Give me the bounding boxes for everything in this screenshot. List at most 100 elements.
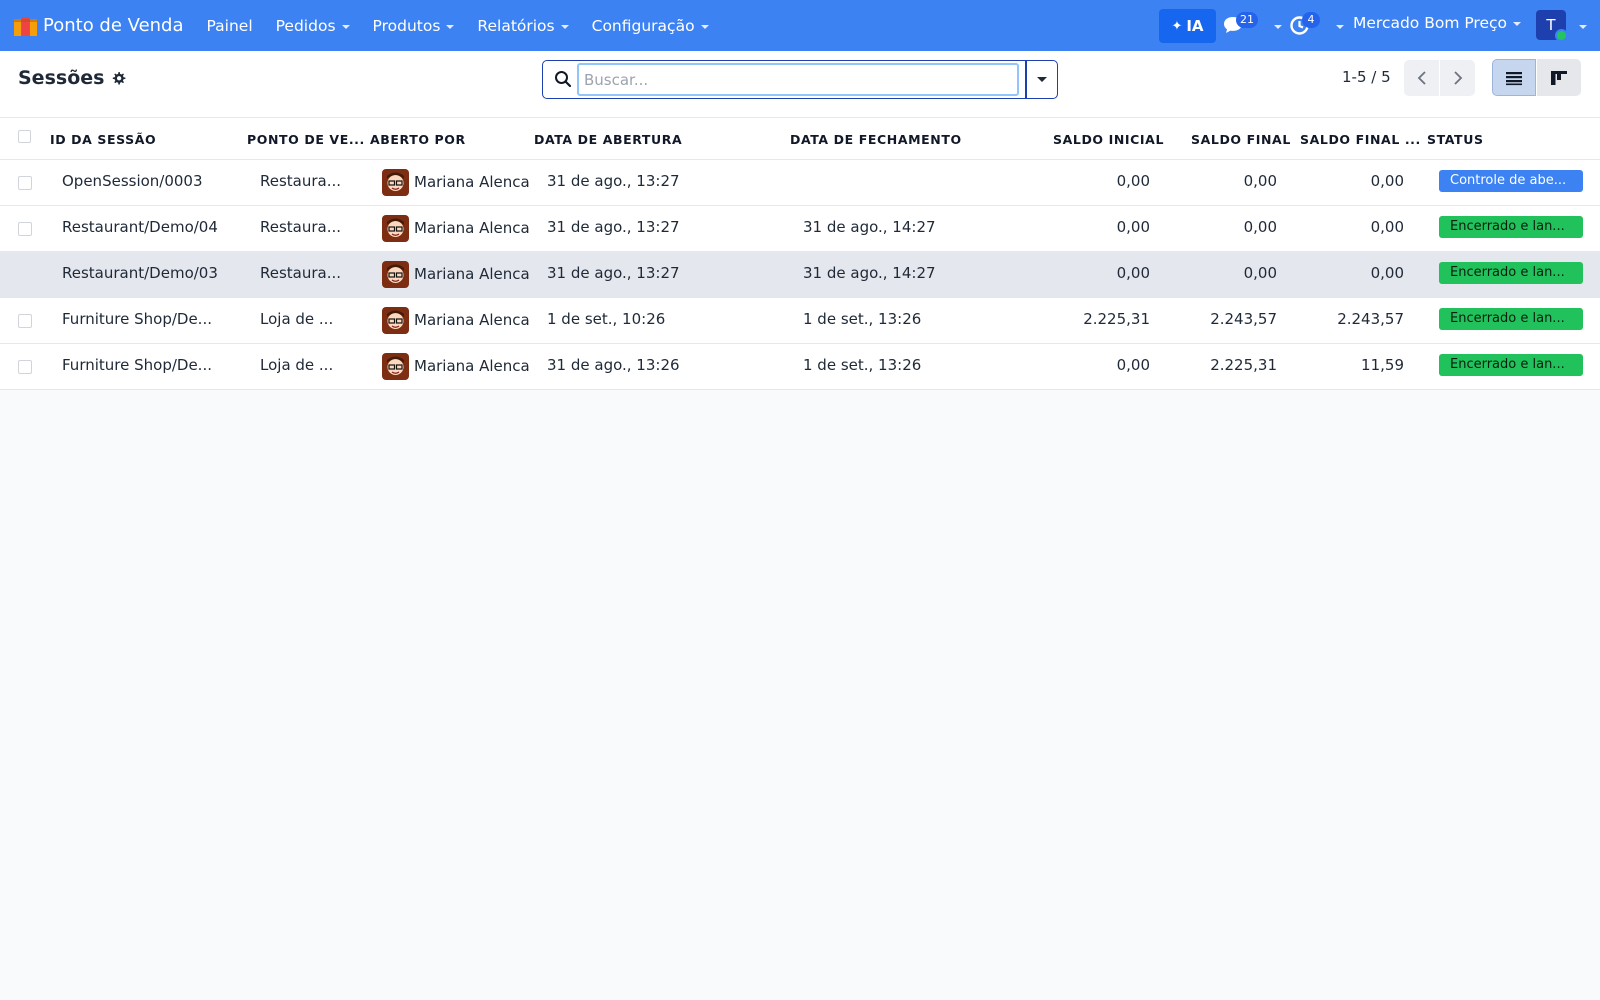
search-options-toggle[interactable] [1026, 60, 1058, 99]
cell-opening-date: 31 de ago., 13:27 [547, 264, 680, 282]
kanban-view-icon [1551, 70, 1567, 85]
menu-relatorios[interactable]: Relatórios [477, 16, 569, 35]
user-initial: T [1546, 16, 1556, 34]
user-avatar-icon [382, 215, 409, 242]
column-header-opened-by[interactable]: ABERTO POR [370, 132, 466, 147]
cell-opening-date: 31 de ago., 13:26 [547, 356, 680, 374]
menu-label: Painel [206, 16, 253, 35]
column-header-status[interactable]: STATUS [1427, 132, 1484, 147]
cell-starting-balance: 0,00 [1116, 172, 1150, 190]
menu-pedidos[interactable]: Pedidos [276, 17, 350, 35]
gear-icon[interactable] [111, 71, 126, 86]
cell-session-id: OpenSession/0003 [62, 172, 203, 190]
cell-ending-balance: 2.225,31 [1210, 356, 1277, 374]
cell-ending-balance: 0,00 [1243, 264, 1277, 282]
pager-previous-button[interactable] [1404, 60, 1439, 96]
column-header-ending-balance[interactable]: SALDO FINAL [1191, 132, 1291, 147]
cell-opening-date: 1 de set., 10:26 [547, 310, 666, 328]
cell-ending-balance-real: 0,00 [1370, 172, 1404, 190]
ai-button[interactable]: ✦ IA [1159, 9, 1216, 43]
table-row[interactable]: Restaurant/Demo/03 Restaura... Mariana A… [0, 252, 1600, 298]
person-name: Mariana Alencar [414, 219, 530, 237]
cell-closing-date: 1 de set., 13:26 [803, 356, 922, 374]
row-checkbox[interactable] [18, 314, 32, 328]
column-header-pos[interactable]: PONTO DE VE... [247, 132, 365, 147]
ai-label: IA [1186, 17, 1204, 35]
sparkle-icon: ✦ [1171, 18, 1183, 34]
list-view-button[interactable] [1492, 59, 1536, 96]
cell-pos: Restaura... [260, 172, 342, 190]
row-checkbox[interactable] [18, 176, 32, 190]
cell-session-id: Restaurant/Demo/03 [62, 264, 218, 282]
sessions-table: ID DA SESSÃO PONTO DE VE... ABERTO POR D… [0, 118, 1600, 390]
column-header-session-id[interactable]: ID DA SESSÃO [50, 132, 156, 147]
cell-closing-date: 31 de ago., 14:27 [803, 218, 936, 236]
caret-down-icon [560, 24, 569, 29]
pager-next-button[interactable] [1440, 60, 1475, 96]
top-navbar: Ponto de Venda Painel Pedidos Produtos R… [0, 0, 1600, 51]
status-badge: Encerrado e lan... [1439, 262, 1583, 284]
column-header-starting-balance[interactable]: SALDO INICIAL [1053, 132, 1164, 147]
app-brand[interactable]: Ponto de Venda [13, 15, 184, 37]
menu-label: Produtos [372, 16, 441, 35]
caret-down-icon [700, 24, 709, 29]
cell-pos: Loja de ... [260, 310, 334, 328]
online-status-dot [1555, 29, 1568, 42]
caret-down-icon [1513, 22, 1522, 26]
cell-session-id: Restaurant/Demo/04 [62, 218, 218, 236]
menu-label: Configuração [591, 16, 695, 35]
activities-count-badge: 4 [1302, 12, 1320, 28]
cell-opened-by: Mariana Alencar [382, 307, 530, 335]
column-header-ending-balance-real[interactable]: SALDO FINAL ... [1300, 132, 1421, 147]
cell-session-id: Furniture Shop/De... [62, 310, 212, 328]
status-badge: Encerrado e lan... [1439, 308, 1583, 330]
cell-starting-balance: 2.225,31 [1083, 310, 1150, 328]
caret-down-icon [446, 24, 455, 29]
page-title: Sessões [18, 67, 126, 89]
person-name: Mariana Alencar [414, 357, 530, 375]
column-header-closing-date[interactable]: DATA DE FECHAMENTO [790, 132, 962, 147]
menu-painel[interactable]: Painel [207, 17, 253, 35]
status-badge: Controle de abe... [1439, 170, 1583, 192]
cell-ending-balance-real: 0,00 [1370, 264, 1404, 282]
menu-produtos[interactable]: Produtos [373, 17, 455, 35]
cell-ending-balance-real: 2.243,57 [1337, 310, 1404, 328]
cell-pos: Loja de ... [260, 356, 334, 374]
cell-pos: Restaura... [260, 218, 342, 236]
cell-starting-balance: 0,00 [1116, 218, 1150, 236]
cell-starting-balance: 0,00 [1116, 264, 1150, 282]
pager-value[interactable]: 1-5 / 5 [1342, 68, 1391, 86]
search-box [542, 60, 1026, 99]
caret-down-icon[interactable] [1579, 25, 1587, 29]
table-row[interactable]: Furniture Shop/De... Loja de ... Mariana… [0, 298, 1600, 344]
person-name: Mariana Alencar [414, 311, 530, 329]
row-checkbox[interactable] [18, 222, 32, 236]
cell-opened-by: Mariana Alencar [382, 353, 530, 381]
column-header-opening-date[interactable]: DATA DE ABERTURA [534, 132, 682, 147]
cell-ending-balance: 0,00 [1243, 218, 1277, 236]
caret-down-icon[interactable] [1336, 25, 1344, 29]
select-all-checkbox[interactable] [18, 130, 31, 143]
menu-label: Pedidos [275, 16, 336, 35]
search-icon[interactable] [554, 70, 572, 88]
caret-down-icon [1037, 77, 1047, 82]
menu-configuracao[interactable]: Configuração [592, 17, 709, 35]
chevron-right-icon [1453, 71, 1462, 85]
person-name: Mariana Alencar [414, 265, 530, 283]
cell-opening-date: 31 de ago., 13:27 [547, 172, 680, 190]
app-name: Ponto de Venda [43, 15, 184, 36]
pos-app-icon [14, 16, 37, 36]
kanban-view-button[interactable] [1537, 59, 1581, 96]
status-badge: Encerrado e lan... [1439, 354, 1583, 376]
caret-down-icon[interactable] [1274, 25, 1282, 29]
row-checkbox[interactable] [18, 360, 32, 374]
user-avatar-icon [382, 307, 409, 334]
company-switcher[interactable]: Mercado Bom Preço [1353, 14, 1522, 32]
table-row[interactable]: OpenSession/0003 Restaura... Mariana Ale… [0, 160, 1600, 206]
table-row[interactable]: Restaurant/Demo/04 Restaura... Mariana A… [0, 206, 1600, 252]
cell-starting-balance: 0,00 [1116, 356, 1150, 374]
cell-ending-balance-real: 11,59 [1361, 356, 1404, 374]
search-input[interactable] [577, 63, 1019, 96]
menu-label: Relatórios [477, 16, 555, 35]
table-row[interactable]: Furniture Shop/De... Loja de ... Mariana… [0, 344, 1600, 390]
